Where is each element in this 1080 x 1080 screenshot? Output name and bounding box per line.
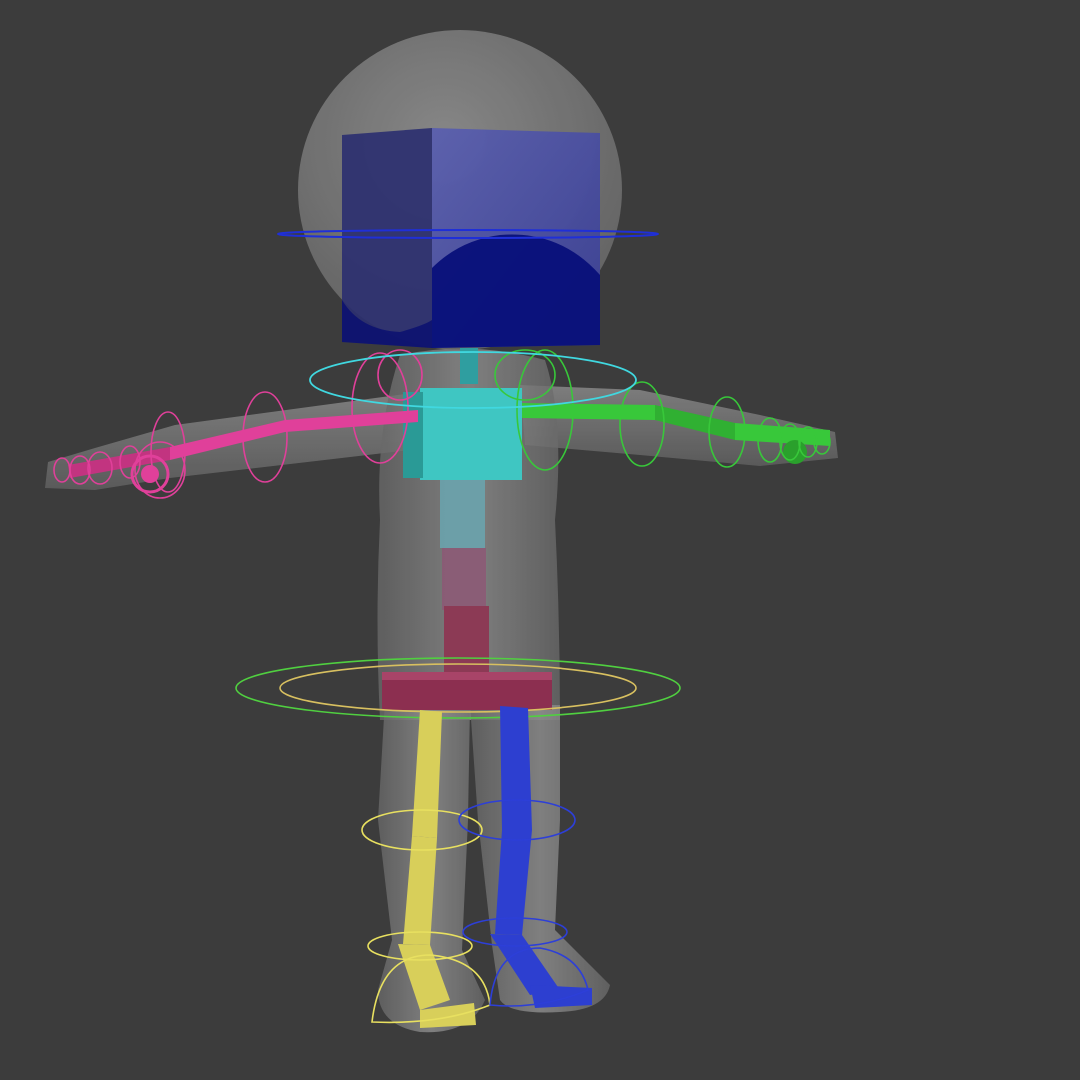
chest-control-cube[interactable]	[403, 388, 522, 480]
3d-viewport[interactable]	[0, 0, 1080, 1080]
character-rig-scene[interactable]	[0, 0, 1080, 1080]
pelvis-control-box[interactable]	[382, 672, 552, 710]
